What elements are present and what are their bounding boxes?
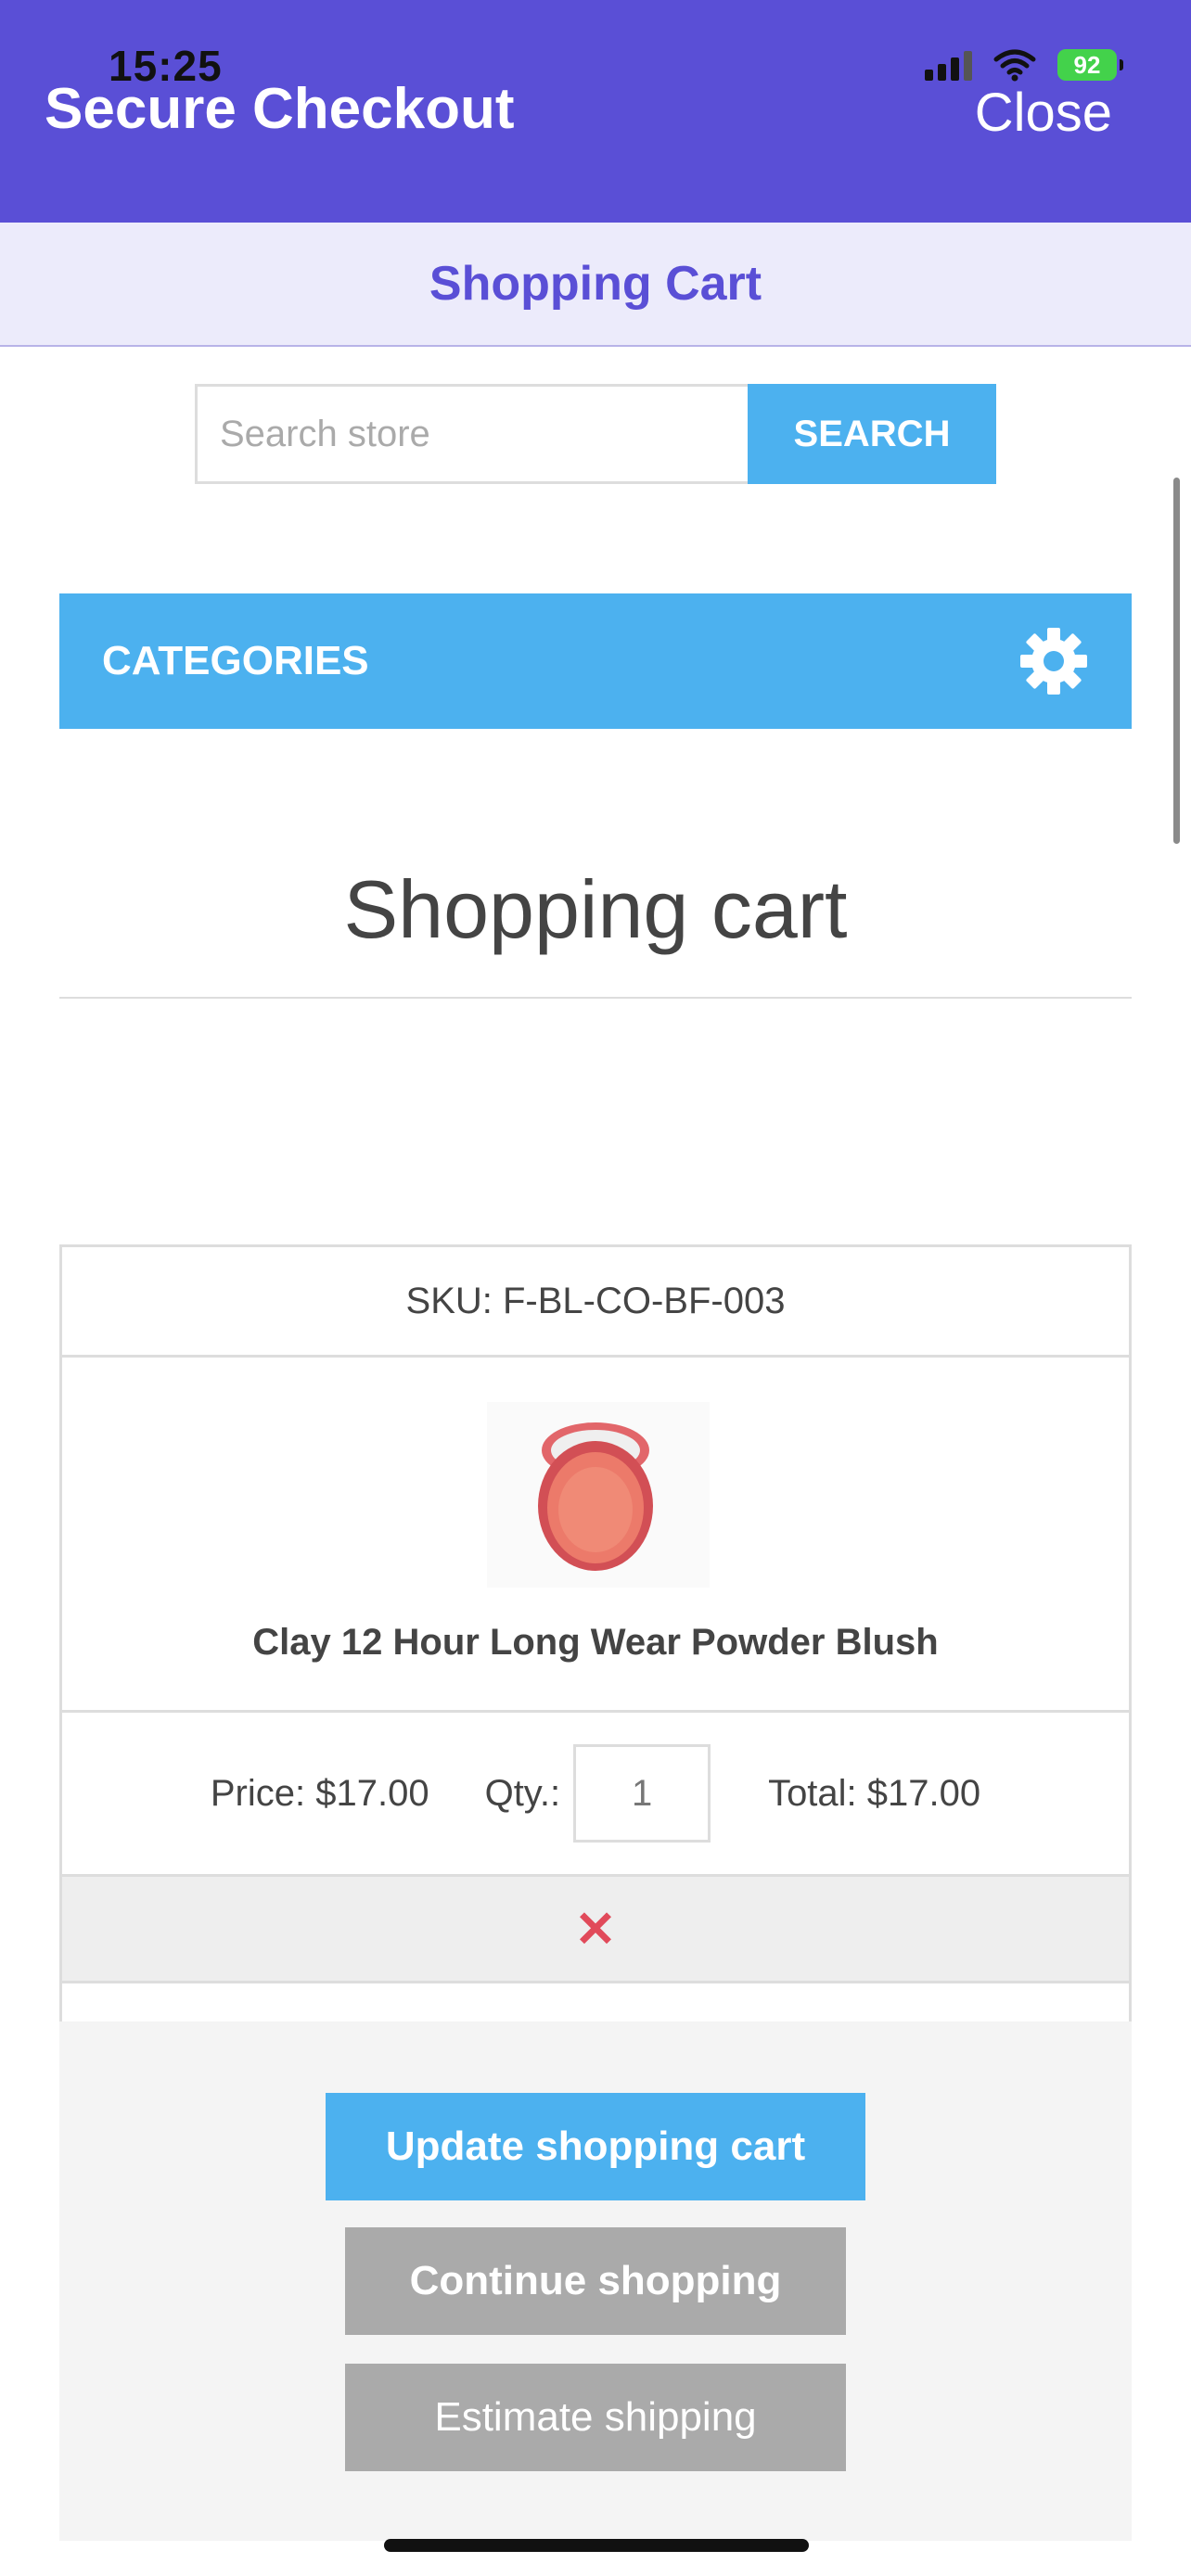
divider	[59, 997, 1132, 999]
battery-icon: 92	[1057, 49, 1123, 81]
price-row: Price: $17.00 Qty.: Total: $17.00	[62, 1713, 1129, 1874]
product-name-link[interactable]: Clay 12 Hour Long Wear Powder Blush	[62, 1622, 1129, 1664]
update-cart-button[interactable]: Update shopping cart	[326, 2093, 865, 2200]
status-icons: 92	[925, 48, 1123, 82]
scrollbar[interactable]	[1173, 478, 1180, 844]
page-title: Shopping cart	[343, 863, 848, 955]
quantity-input[interactable]	[573, 1744, 711, 1843]
close-button[interactable]: Close	[975, 82, 1112, 144]
sku-text: SKU: F-BL-CO-BF-003	[405, 1280, 786, 1321]
sku-row: SKU: F-BL-CO-BF-003	[62, 1247, 1129, 1358]
checkout-title: Secure Checkout	[45, 77, 515, 141]
cart-actions: Update shopping cart Continue shopping E…	[59, 2021, 1132, 2541]
line-total: Total: $17.00	[768, 1772, 981, 1814]
categories-label: CATEGORIES	[102, 638, 369, 683]
remove-item-button[interactable]: ✕	[62, 1874, 1129, 1983]
remove-x-icon: ✕	[574, 1901, 617, 1958]
gear-icon	[1020, 628, 1087, 695]
qty-label: Qty.:	[484, 1772, 561, 1814]
signal-icon	[925, 49, 972, 81]
search-input[interactable]	[195, 384, 748, 484]
search-button[interactable]: SEARCH	[748, 384, 996, 484]
unit-price: Price: $17.00	[210, 1772, 429, 1814]
home-indicator	[384, 2539, 809, 2552]
cart-table: SKU: F-BL-CO-BF-003 Clay 12 Hour Long We…	[59, 1244, 1132, 2028]
search-bar: SEARCH	[195, 384, 996, 484]
product-image[interactable]	[487, 1402, 710, 1588]
product-row: Clay 12 Hour Long Wear Powder Blush	[62, 1358, 1129, 1713]
estimate-shipping-button[interactable]: Estimate shipping	[345, 2364, 846, 2471]
continue-shopping-button[interactable]: Continue shopping	[345, 2227, 846, 2335]
categories-toggle[interactable]: CATEGORIES	[59, 593, 1132, 729]
wifi-icon	[993, 49, 1036, 82]
subheader: Shopping Cart	[0, 223, 1191, 347]
subheader-title: Shopping Cart	[429, 257, 762, 311]
cart-footer-spacer	[62, 1983, 1129, 2025]
top-bar: 15:25 92 Secure Checkout Close	[0, 0, 1191, 223]
